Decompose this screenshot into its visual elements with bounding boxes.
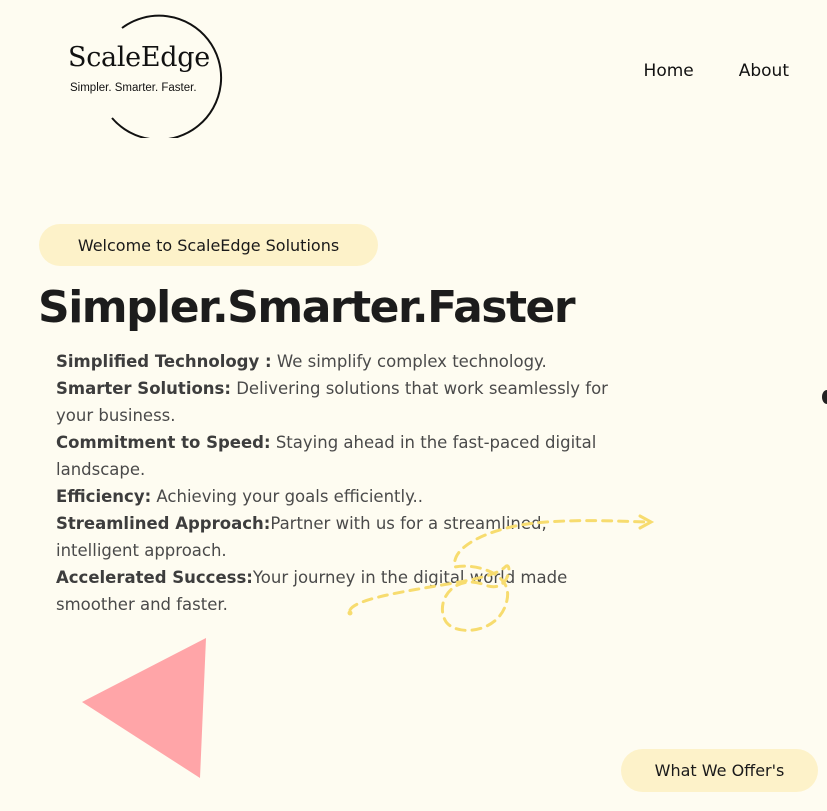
feature-title: Smarter Solutions:: [56, 379, 231, 398]
landing-page: ScaleEdge Simpler. Smarter. Faster. Home…: [0, 0, 827, 811]
logo-circle-icon: [111, 14, 223, 138]
feature-title: Simplified Technology :: [56, 352, 272, 371]
nav-home-link[interactable]: Home: [644, 61, 694, 81]
feature-item: Smarter Solutions: Delivering solutions …: [56, 375, 616, 429]
brand-logo[interactable]: ScaleEdge Simpler. Smarter. Faster.: [62, 8, 227, 138]
dashed-arrow-icon: [347, 514, 655, 632]
carousel-dot-icon[interactable]: [822, 390, 827, 404]
main-nav: Home About: [644, 61, 789, 81]
feature-text: Achieving your goals efficiently..: [151, 487, 423, 506]
hero-headline: Simpler.Smarter.Faster: [38, 282, 576, 333]
feature-title: Efficiency:: [56, 487, 152, 506]
brand-name: ScaleEdge: [68, 42, 210, 73]
feature-item: Simplified Technology : We simplify comp…: [56, 348, 616, 375]
nav-about-link[interactable]: About: [739, 61, 789, 81]
triangle-shape: [82, 638, 206, 778]
feature-item: Commitment to Speed: Staying ahead in th…: [56, 429, 616, 483]
brand-tagline: Simpler. Smarter. Faster.: [70, 82, 197, 94]
feature-title: Accelerated Success:: [56, 568, 253, 587]
what-we-offer-button[interactable]: What We Offer's: [621, 749, 818, 792]
feature-title: Commitment to Speed:: [56, 433, 271, 452]
welcome-badge: Welcome to ScaleEdge Solutions: [39, 224, 378, 266]
feature-text: We simplify complex technology.: [271, 352, 547, 371]
feature-title: Streamlined Approach:: [56, 514, 271, 533]
